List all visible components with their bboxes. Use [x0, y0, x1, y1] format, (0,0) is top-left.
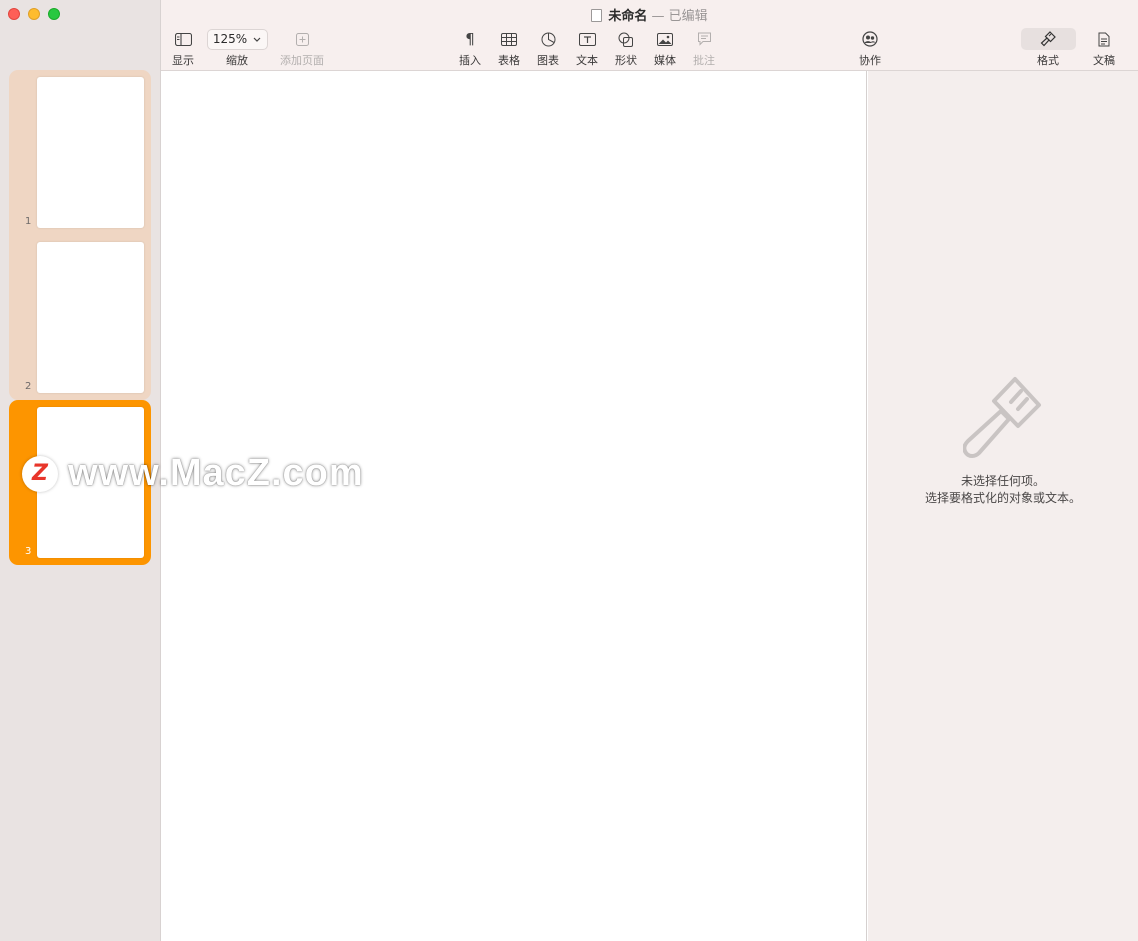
document-name: 未命名: [608, 9, 648, 24]
page-preview: [37, 77, 144, 228]
sidebar-icon: [167, 29, 199, 49]
comment-label: 批注: [693, 54, 715, 67]
insert-label: 插入: [459, 54, 481, 67]
add-page-label: 添加页面: [280, 54, 324, 67]
window-controls: [8, 8, 60, 20]
inspector-empty-message: 未选择任何项。 选择要格式化的对象或文本。: [868, 473, 1138, 507]
format-label: 格式: [1037, 54, 1059, 67]
photo-icon: [651, 29, 679, 49]
format-inspector: 未选择任何项。 选择要格式化的对象或文本。: [868, 71, 1138, 941]
collaborate-icon: [855, 29, 885, 49]
minimize-window-button[interactable]: [28, 8, 40, 20]
edited-status: 已编辑: [668, 9, 708, 24]
text-label: 文本: [576, 54, 598, 67]
table-label: 表格: [498, 54, 520, 67]
collaborate-button[interactable]: 协作: [855, 29, 885, 68]
format-button[interactable]: 格式: [1033, 29, 1063, 68]
view-label: 显示: [172, 54, 194, 67]
page-thumbnail-1[interactable]: 1: [9, 70, 151, 235]
pilcrow-icon: ¶: [465, 30, 475, 48]
table-button[interactable]: 表格: [495, 29, 523, 68]
title-separator: —: [651, 9, 665, 24]
page-number: 1: [25, 216, 32, 227]
toolbar: 未命名 — 已编辑 显示 125% 缩放 添加页面 ¶ 插入 表格 图表 文本 …: [161, 0, 1138, 71]
watermark-logo-letter: Z: [32, 461, 48, 486]
paintbrush-placeholder-icon: [963, 377, 1041, 458]
zoom-label: 缩放: [226, 54, 248, 67]
close-window-button[interactable]: [8, 8, 20, 20]
document-page-icon: [1090, 29, 1118, 49]
shapes-icon: [612, 29, 640, 49]
watermark-text: www.MacZ.com: [68, 452, 364, 494]
chevron-down-icon: [253, 37, 261, 42]
view-button[interactable]: 显示: [167, 29, 199, 68]
text-button[interactable]: 文本: [573, 29, 601, 68]
page-number: 3: [25, 546, 32, 557]
zoom-select[interactable]: 125%: [206, 28, 268, 50]
shape-label: 形状: [615, 54, 637, 67]
page-preview: [37, 242, 144, 393]
selection-hint-text: 选择要格式化的对象或文本。: [924, 491, 1081, 505]
table-icon: [495, 29, 523, 49]
add-page-button[interactable]: 添加页面: [278, 29, 326, 68]
window-title: 未命名 — 已编辑: [161, 5, 1138, 24]
document-icon: [591, 9, 603, 22]
chart-label: 图表: [537, 54, 559, 67]
media-button[interactable]: 媒体: [651, 29, 679, 68]
no-selection-text: 未选择任何项。: [960, 474, 1045, 488]
fullscreen-window-button[interactable]: [48, 8, 60, 20]
comment-icon: [690, 29, 718, 49]
media-label: 媒体: [654, 54, 676, 67]
zoom-value: 125%: [212, 32, 248, 46]
shape-button[interactable]: 形状: [612, 29, 640, 68]
watermark-logo: Z: [22, 455, 58, 492]
paintbrush-icon: [1033, 29, 1063, 49]
page-thumbnail-2[interactable]: 2: [9, 235, 151, 400]
text-box-icon: [573, 29, 601, 49]
plus-square-icon: [278, 29, 326, 49]
document-label: 文稿: [1093, 54, 1115, 67]
comment-button[interactable]: 批注: [690, 29, 718, 68]
page-number: 2: [25, 381, 32, 392]
zoom-control[interactable]: 125% 缩放: [206, 28, 268, 68]
document-button[interactable]: 文稿: [1090, 29, 1118, 68]
pie-chart-icon: [534, 29, 562, 49]
watermark: Z www.MacZ.com: [22, 452, 364, 495]
document-canvas[interactable]: [161, 71, 867, 941]
insert-button[interactable]: ¶ 插入: [456, 29, 484, 68]
collaborate-label: 协作: [859, 54, 881, 67]
chart-button[interactable]: 图表: [534, 29, 562, 68]
